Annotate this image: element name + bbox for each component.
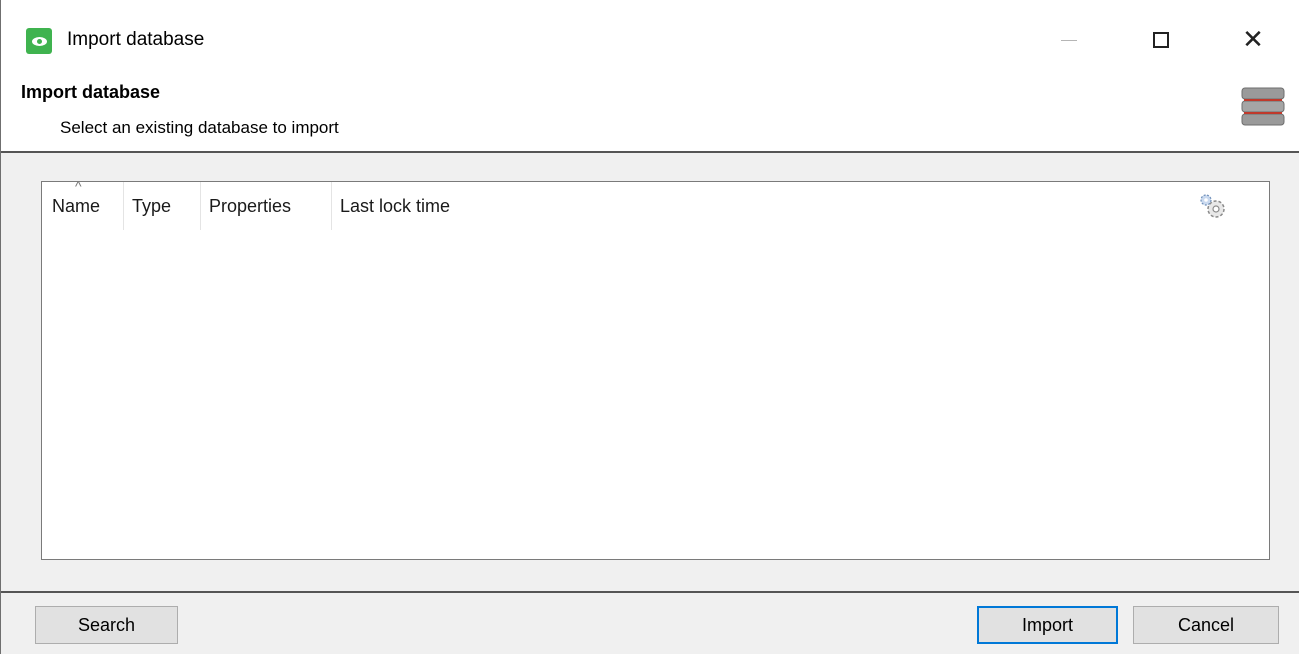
import-button[interactable]: Import [977, 606, 1118, 644]
header-title: Import database [21, 82, 161, 102]
search-button[interactable]: Search [35, 606, 178, 644]
header-subtitle: Select an existing database to import [60, 118, 339, 137]
sort-ascending-icon: ^ [75, 178, 82, 194]
maximize-icon [1153, 32, 1169, 48]
window-title: Import database [67, 29, 205, 50]
maximize-button[interactable] [1115, 0, 1207, 80]
close-button[interactable]: ✕ [1207, 0, 1299, 80]
column-header-last-lock-time[interactable]: Last lock time [332, 182, 1268, 230]
footer-divider [1, 591, 1299, 593]
database-icon [1241, 87, 1285, 126]
column-label: Properties [209, 195, 292, 216]
column-header-name[interactable]: ^ Name [42, 178, 124, 230]
column-label: Last lock time [340, 195, 451, 216]
minimize-button[interactable] [1023, 0, 1115, 80]
column-label: Type [132, 195, 172, 216]
column-label: Name [52, 195, 101, 216]
column-header-type[interactable]: Type [124, 182, 201, 230]
column-header-properties[interactable]: Properties [201, 182, 332, 230]
wizard-header: Import database Select an existing datab… [1, 80, 1299, 153]
close-icon: ✕ [1242, 25, 1264, 55]
eye-icon [26, 28, 52, 54]
cancel-button[interactable]: Cancel [1133, 606, 1279, 644]
minimize-icon [1061, 39, 1077, 41]
import-database-window: Import database ✕ Import database Select… [0, 0, 1299, 654]
gear-icon[interactable] [1198, 193, 1228, 221]
database-list[interactable]: ^ Name Type Properties Last lock time [41, 178, 1270, 560]
title-bar[interactable]: Import database ✕ [1, 0, 1299, 80]
